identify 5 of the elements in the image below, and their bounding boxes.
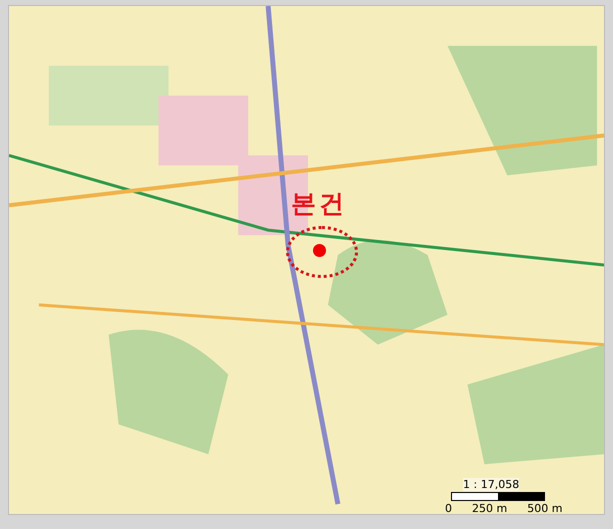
subject-label: 본건 — [291, 191, 347, 216]
scale-tick-label: 0 — [445, 502, 452, 514]
scale-tick-label: 250 m — [472, 502, 508, 514]
scale-ratio: 1 : 17,058 — [463, 478, 520, 491]
scale-tick-label: 500 m — [527, 502, 562, 514]
